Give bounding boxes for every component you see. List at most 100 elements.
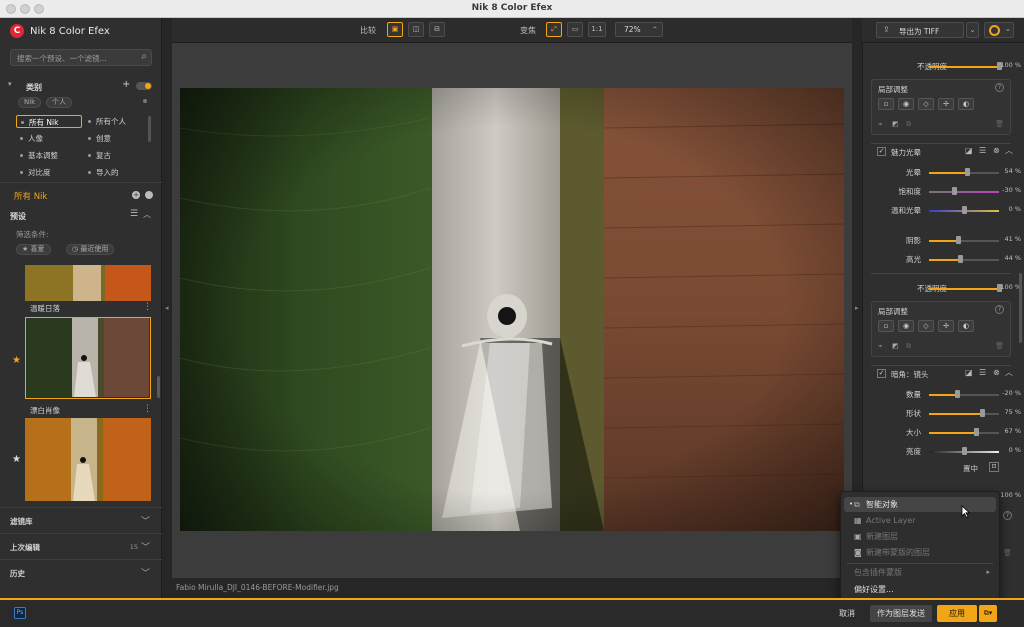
category-collapse-icon[interactable]: ▾ <box>8 80 12 88</box>
favorites-chip[interactable]: ★ 喜爱 <box>16 244 51 255</box>
menu-item-new-masked-layer[interactable]: ◙ 新建带蒙版的图层 <box>844 545 996 560</box>
compare-single-button[interactable]: ▣ <box>387 22 403 37</box>
accordion-history[interactable]: 历史 ﹀ <box>0 559 162 585</box>
help-icon[interactable]: ? <box>995 305 1004 314</box>
menu-item-new-layer[interactable]: ▣ 新建图层 <box>844 529 996 544</box>
chevron-up-icon[interactable]: ︿ <box>1005 367 1013 378</box>
warmth-slider[interactable] <box>929 206 999 214</box>
preset-thumbnail[interactable] <box>25 418 151 501</box>
brush-icon[interactable]: ⌁ <box>878 342 882 350</box>
chevron-up-icon[interactable]: ︿ <box>143 209 151 220</box>
accordion-last-edit[interactable]: 上次编辑 15 ﹀ <box>0 533 162 559</box>
menu-item-include-mask[interactable]: 包含插件蒙版 ▸ <box>844 565 996 580</box>
photo-preview[interactable] <box>180 88 844 531</box>
list-view-icon[interactable]: ☰ <box>130 209 138 219</box>
amount-slider[interactable] <box>929 390 999 398</box>
mask-lasso-icon[interactable]: ◇ <box>918 320 934 332</box>
delete-icon[interactable]: 🗑 <box>995 120 1004 128</box>
compare-vertical-button[interactable]: ⊟ <box>429 22 445 37</box>
brightness-slider[interactable] <box>929 447 999 455</box>
export-button[interactable]: ⇪ 导出为 TIFF <box>876 22 964 38</box>
help-icon[interactable]: ? <box>995 83 1004 92</box>
category-imported[interactable]: 导入的 <box>84 166 150 179</box>
filter-menu-icon[interactable]: ☰ <box>979 146 986 155</box>
add-category-icon[interactable]: + <box>122 79 130 90</box>
recent-chip[interactable]: ◷ 最近使用 <box>66 244 115 255</box>
remove-filter-icon[interactable]: ⊗ <box>993 146 1000 155</box>
set-center-button[interactable]: ⊡ <box>989 462 999 472</box>
star-icon[interactable]: ★ <box>12 454 21 465</box>
mask-rect-icon[interactable]: ▫ <box>878 320 894 332</box>
canvas-area[interactable] <box>172 43 852 578</box>
collapse-right-icon[interactable]: ▸ <box>855 304 859 312</box>
preset-more-icon[interactable]: ⋮ <box>143 302 152 312</box>
mask-toggle-icon[interactable]: ◪ <box>965 146 973 155</box>
mask-luminance-icon[interactable]: ◐ <box>958 320 974 332</box>
chip-nik[interactable]: Nik <box>18 97 42 108</box>
category-all-personal[interactable]: 所有个人 <box>84 115 150 128</box>
mask-ellipse-icon[interactable]: ◉ <box>898 320 914 332</box>
send-as-layer-button[interactable]: 作为图层发送 <box>870 605 932 622</box>
preset-thumbnail[interactable] <box>25 265 151 301</box>
chip-options-icon[interactable] <box>143 99 147 103</box>
category-portrait[interactable]: 人像 <box>16 132 82 145</box>
mask-ellipse-icon[interactable]: ◉ <box>898 98 914 110</box>
opacity-slider[interactable] <box>929 284 1002 292</box>
copy-icon[interactable]: ⧉ <box>906 342 911 351</box>
vignette-enable-checkbox[interactable]: ✓ <box>877 369 886 378</box>
mask-luminance-icon[interactable]: ◐ <box>958 98 974 110</box>
category-scrollbar[interactable] <box>148 116 151 142</box>
shape-slider[interactable] <box>929 409 999 417</box>
add-preset-icon[interactable]: + <box>132 191 140 199</box>
copy-icon[interactable]: ⧉ <box>906 120 911 129</box>
glamour-enable-checkbox[interactable]: ✓ <box>877 147 886 156</box>
category-toggle[interactable] <box>136 82 152 90</box>
size-slider[interactable] <box>929 428 999 436</box>
remove-filter-icon[interactable]: ⊗ <box>993 368 1000 377</box>
opacity-slider[interactable] <box>929 62 1002 70</box>
collapse-left-icon[interactable]: ◂ <box>165 304 169 312</box>
glow-slider[interactable] <box>929 168 999 176</box>
favorite-star-icon[interactable]: ★ <box>12 355 21 366</box>
mask-point-icon[interactable]: ✢ <box>938 98 954 110</box>
category-vintage[interactable]: 复古 <box>84 149 150 162</box>
mask-toggle-icon[interactable]: ◪ <box>965 368 973 377</box>
compare-split-button[interactable]: ◫ <box>408 22 424 37</box>
cancel-button[interactable]: 取消 <box>834 605 860 622</box>
fit-screen-button[interactable]: ⤢ <box>546 22 562 37</box>
category-basic[interactable]: 基本调整 <box>16 149 82 162</box>
chip-personal[interactable]: 个人 <box>46 97 72 108</box>
right-panel-scrollbar[interactable] <box>1019 273 1022 343</box>
category-all-nik[interactable]: 所有 Nik <box>16 115 82 128</box>
menu-item-preferences[interactable]: 偏好设置... <box>844 582 996 597</box>
accordion-filter-library[interactable]: 滤镜库 ﹀ <box>0 507 162 533</box>
presets-scrollbar[interactable] <box>157 376 160 398</box>
mask-lasso-icon[interactable]: ◇ <box>918 98 934 110</box>
delete-icon[interactable]: 🗑 <box>1003 549 1012 557</box>
zoom-select[interactable]: 72% ⌃ <box>615 22 663 37</box>
apply-button[interactable]: 应用 <box>937 605 977 622</box>
preset-thumbnail-selected[interactable] <box>25 317 151 399</box>
category-creative[interactable]: 创意 <box>84 132 150 145</box>
delete-icon[interactable]: 🗑 <box>995 342 1004 350</box>
menu-item-smart-object[interactable]: • ⧉ 智能对象 <box>844 497 996 512</box>
filter-menu-icon[interactable]: ☰ <box>979 368 986 377</box>
search-input[interactable]: 搜索一个预设、一个滤镜... ⌕ <box>10 49 152 66</box>
menu-item-active-layer[interactable]: ▦ Active Layer <box>844 513 996 528</box>
export-dropdown-icon[interactable]: ⌄ <box>966 22 979 38</box>
invert-icon[interactable]: ◩ <box>892 120 899 128</box>
mask-rect-icon[interactable]: ▫ <box>878 98 894 110</box>
mask-point-icon[interactable]: ✢ <box>938 320 954 332</box>
chevron-up-icon[interactable]: ︿ <box>1005 145 1013 156</box>
fill-screen-button[interactable]: ▭ <box>567 22 583 37</box>
preset-options-icon[interactable] <box>145 191 153 199</box>
settings-menu-button[interactable]: ⌄ <box>984 22 1014 38</box>
highlights-slider[interactable] <box>929 255 999 263</box>
saturation-slider[interactable] <box>929 187 999 195</box>
shadows-slider[interactable] <box>929 236 999 244</box>
preset-more-icon[interactable]: ⋮ <box>143 404 152 414</box>
category-contrast[interactable]: 对比度 <box>16 166 82 179</box>
invert-icon[interactable]: ◩ <box>892 342 899 350</box>
apply-options-button[interactable]: ⧉▾ <box>979 605 997 622</box>
actual-size-button[interactable]: 1:1 <box>588 22 606 37</box>
